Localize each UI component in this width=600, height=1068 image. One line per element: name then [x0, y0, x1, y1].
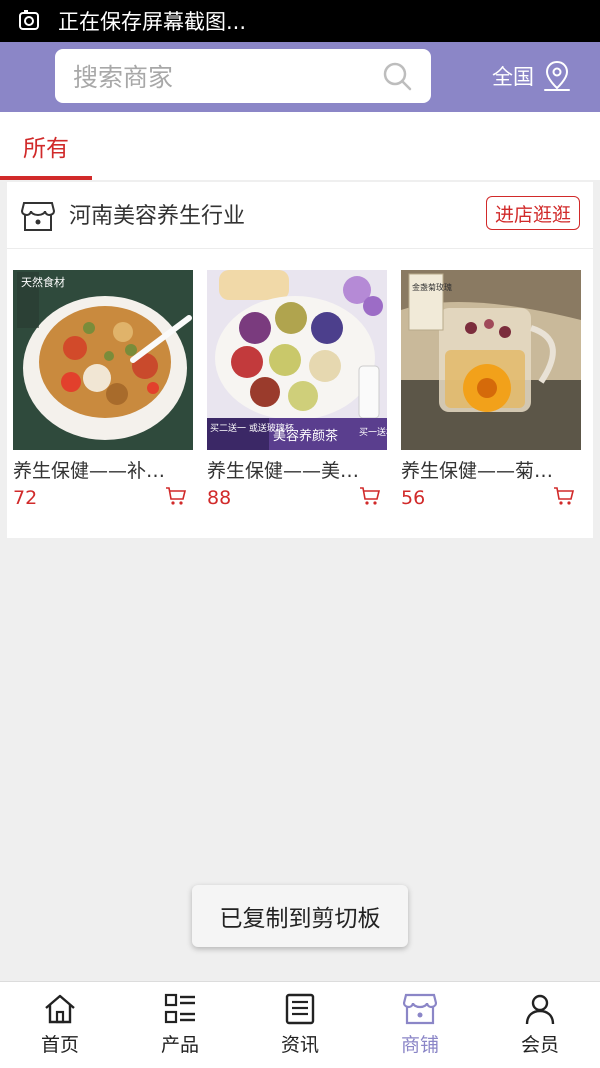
- product-list: 天然食材 养生保健——补… 72 买二送一 或送玻璃杯 美容养颜茶 买一送 养生…: [13, 270, 587, 530]
- nav-news-label: 资讯: [280, 1034, 319, 1056]
- status-bar: 正在保存屏幕截图...: [0, 0, 600, 42]
- toast-message: 已复制到剪切板: [192, 885, 408, 947]
- product-name[interactable]: 养生保健——美…: [207, 456, 387, 483]
- search-icon[interactable]: [381, 60, 413, 92]
- search-bar[interactable]: 搜索商家: [55, 49, 431, 103]
- tab-all[interactable]: 所有: [0, 112, 92, 180]
- product-name[interactable]: 养生保健——补…: [13, 456, 193, 483]
- product-image-stamp: 天然食材: [21, 275, 65, 289]
- cart-icon[interactable]: [165, 486, 187, 506]
- nav-products-label: 产品: [160, 1034, 199, 1056]
- product-image[interactable]: 天然食材: [13, 270, 193, 450]
- nav-home-label: 首页: [40, 1034, 79, 1056]
- product-card[interactable]: 天然食材 养生保健——补… 72: [13, 270, 193, 509]
- product-image-banner: 买一送杯: [359, 426, 387, 438]
- store-card: 河南美容养生行业 进店逛逛 天然食材 养生保健——补… 72 买二送一 或送玻璃…: [7, 182, 593, 538]
- nav-products[interactable]: 产品: [120, 982, 240, 1068]
- tab-active-indicator: [0, 176, 92, 180]
- search-input[interactable]: 搜索商家: [73, 58, 381, 94]
- bottom-nav: 首页 产品 资讯 商铺 会员: [0, 981, 600, 1068]
- list-icon: [164, 993, 195, 1024]
- nav-member[interactable]: 会员: [480, 982, 600, 1068]
- cart-icon[interactable]: [553, 486, 575, 506]
- region-label: 全国: [492, 65, 534, 89]
- product-image-banner: 美容养颜茶: [273, 428, 338, 444]
- screenshot-icon: [19, 10, 39, 30]
- product-image[interactable]: 金盏菊玫瑰: [401, 270, 581, 450]
- user-icon: [525, 994, 555, 1025]
- category-tabs: 所有: [0, 112, 600, 180]
- store-icon: [21, 202, 55, 231]
- location-pin-icon: [544, 60, 570, 91]
- home-icon: [45, 994, 75, 1024]
- nav-news[interactable]: 资讯: [240, 982, 360, 1068]
- header: 搜索商家 全国: [0, 42, 600, 112]
- nav-shops[interactable]: 商铺: [360, 982, 480, 1068]
- product-image-label: 金盏菊玫瑰: [412, 282, 452, 292]
- nav-shops-label: 商铺: [400, 1034, 439, 1056]
- cart-icon[interactable]: [359, 486, 381, 506]
- region-selector[interactable]: 全国: [492, 56, 572, 96]
- store-header: 河南美容养生行业 进店逛逛: [7, 182, 593, 249]
- tab-all-label: 所有: [23, 136, 69, 162]
- shop-icon: [403, 993, 437, 1025]
- nav-member-label: 会员: [520, 1034, 559, 1056]
- product-image[interactable]: 买二送一 或送玻璃杯 美容养颜茶 买一送杯: [207, 270, 387, 450]
- store-name[interactable]: 河南美容养生行业: [69, 198, 245, 230]
- news-icon: [285, 993, 315, 1025]
- visit-store-button[interactable]: 进店逛逛: [486, 196, 580, 230]
- nav-home[interactable]: 首页: [0, 982, 120, 1068]
- product-card[interactable]: 买二送一 或送玻璃杯 美容养颜茶 买一送杯 养生保健——美… 88: [207, 270, 387, 509]
- status-text: 正在保存屏幕截图...: [58, 10, 247, 34]
- product-card[interactable]: 金盏菊玫瑰 养生保健——菊… 56: [401, 270, 581, 509]
- product-name[interactable]: 养生保健——菊…: [401, 456, 581, 483]
